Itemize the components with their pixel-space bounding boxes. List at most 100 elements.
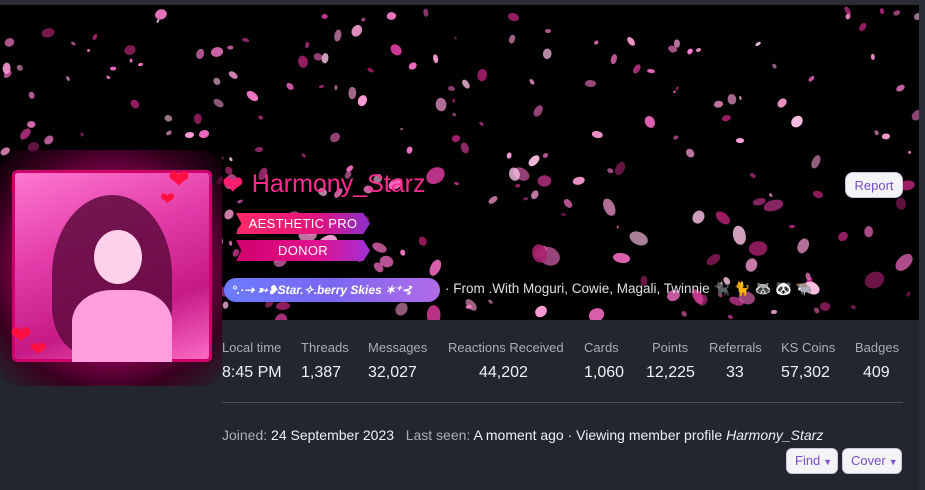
joined-date: 24 September 2023 xyxy=(271,427,395,443)
petal-decoration xyxy=(680,309,688,318)
petal-decoration xyxy=(891,251,916,273)
petal-decoration xyxy=(453,180,460,187)
petal-decoration xyxy=(704,251,723,267)
banner-aesthetic-pro: AESTHETIC PRO xyxy=(236,213,370,234)
petal-decoration xyxy=(304,41,311,49)
petal-decoration xyxy=(227,69,239,81)
petal-decoration xyxy=(109,66,117,71)
stat-referrals[interactable]: Referrals 33 xyxy=(709,340,781,382)
petal-decoration xyxy=(506,33,518,45)
username[interactable]: Harmony_Starz xyxy=(252,170,426,199)
petal-decoration xyxy=(318,84,325,89)
stat-value: 33 xyxy=(726,364,744,381)
petal-decoration xyxy=(237,199,244,204)
stat-label: Cards xyxy=(584,340,619,355)
petal-decoration xyxy=(856,21,868,32)
petal-decoration xyxy=(612,160,629,177)
petal-decoration xyxy=(732,226,746,245)
stat-value: 1,060 xyxy=(584,364,625,381)
petal-decoration xyxy=(451,112,457,118)
petal-decoration xyxy=(459,142,469,155)
petal-decoration xyxy=(527,153,543,168)
petal-decoration xyxy=(80,132,84,137)
report-button[interactable]: Report xyxy=(845,172,903,198)
petal-decoration xyxy=(452,98,456,103)
last-seen-label: Last seen: xyxy=(405,427,471,443)
stat-cards[interactable]: Cards 1,060 xyxy=(584,340,646,382)
stat-messages[interactable]: Messages 32,027 xyxy=(368,340,448,382)
petal-decoration xyxy=(424,166,447,186)
petal-decoration xyxy=(86,49,91,53)
petal-decoration xyxy=(528,188,541,201)
petal-decoration xyxy=(400,128,404,131)
petal-decoration xyxy=(591,129,604,141)
find-button[interactable]: Find ▼ xyxy=(786,448,838,474)
cover-button[interactable]: Cover ▼ xyxy=(842,448,902,474)
petal-decoration xyxy=(426,258,445,278)
petal-decoration xyxy=(722,114,732,122)
petal-decoration xyxy=(837,230,850,242)
petal-decoration xyxy=(881,132,891,141)
petal-decoration xyxy=(813,307,820,315)
stat-reactions-received[interactable]: Reactions Received 44,202 xyxy=(448,340,584,382)
petal-decoration xyxy=(347,86,358,100)
petal-decoration xyxy=(539,46,554,61)
divider xyxy=(222,402,903,403)
petal-decoration xyxy=(16,64,24,71)
petal-decoration xyxy=(794,236,812,255)
petal-decoration xyxy=(690,208,708,226)
petal-decoration xyxy=(461,78,471,90)
petal-decoration xyxy=(528,78,535,86)
petal-decoration xyxy=(408,62,418,70)
petal-decoration xyxy=(714,208,733,227)
joined-label: Joined: xyxy=(222,427,268,443)
petal-decoration xyxy=(906,150,912,155)
petal-decoration xyxy=(738,96,742,102)
petal-decoration xyxy=(284,81,295,92)
petal-decoration xyxy=(514,183,521,188)
petal-decoration xyxy=(588,306,606,320)
petal-decoration xyxy=(488,299,494,305)
petal-decoration xyxy=(606,166,615,176)
scrollbar-track[interactable] xyxy=(919,0,925,490)
petal-decoration xyxy=(212,96,225,110)
petal-decoration xyxy=(478,120,485,127)
petal-decoration xyxy=(742,256,761,274)
petal-decoration xyxy=(544,28,551,34)
petal-decoration xyxy=(807,75,816,83)
petal-decoration xyxy=(221,300,231,310)
petal-decoration xyxy=(105,75,111,81)
petal-decoration xyxy=(771,63,777,69)
activity-target-link[interactable]: Harmony_Starz xyxy=(726,427,823,443)
avatar[interactable] xyxy=(12,170,212,362)
petal-decoration xyxy=(735,137,744,145)
petal-decoration xyxy=(42,28,56,38)
petal-decoration xyxy=(609,53,619,65)
petal-decoration xyxy=(333,28,344,43)
petal-decoration xyxy=(507,166,521,181)
petal-decoration xyxy=(768,193,773,198)
petal-decoration xyxy=(788,225,795,229)
petal-decoration xyxy=(862,224,875,239)
petal-decoration xyxy=(754,41,762,48)
petal-decoration xyxy=(388,42,403,58)
stat-value: 32,027 xyxy=(368,364,417,381)
petal-decoration xyxy=(686,47,694,55)
petal-decoration xyxy=(360,17,366,22)
petal-decoration xyxy=(193,47,207,61)
petal-decoration xyxy=(417,236,427,247)
petal-decoration xyxy=(241,36,251,44)
avatar-dress xyxy=(72,290,172,362)
heart-icon: ❤ xyxy=(222,169,244,200)
petal-decoration xyxy=(400,249,407,256)
stat-ks-coins[interactable]: KS Coins 57,302 xyxy=(781,340,855,382)
stat-threads[interactable]: Threads 1,387 xyxy=(301,340,368,382)
stat-badges[interactable]: Badges 409 xyxy=(855,340,905,382)
stat-points[interactable]: Points 12,225 xyxy=(646,340,709,382)
petal-decoration xyxy=(749,172,756,179)
petal-decoration xyxy=(644,115,656,128)
petal-decoration xyxy=(584,79,597,89)
petal-decoration xyxy=(185,132,195,140)
stat-label: Local time xyxy=(222,340,282,355)
avatar-face xyxy=(94,230,142,284)
